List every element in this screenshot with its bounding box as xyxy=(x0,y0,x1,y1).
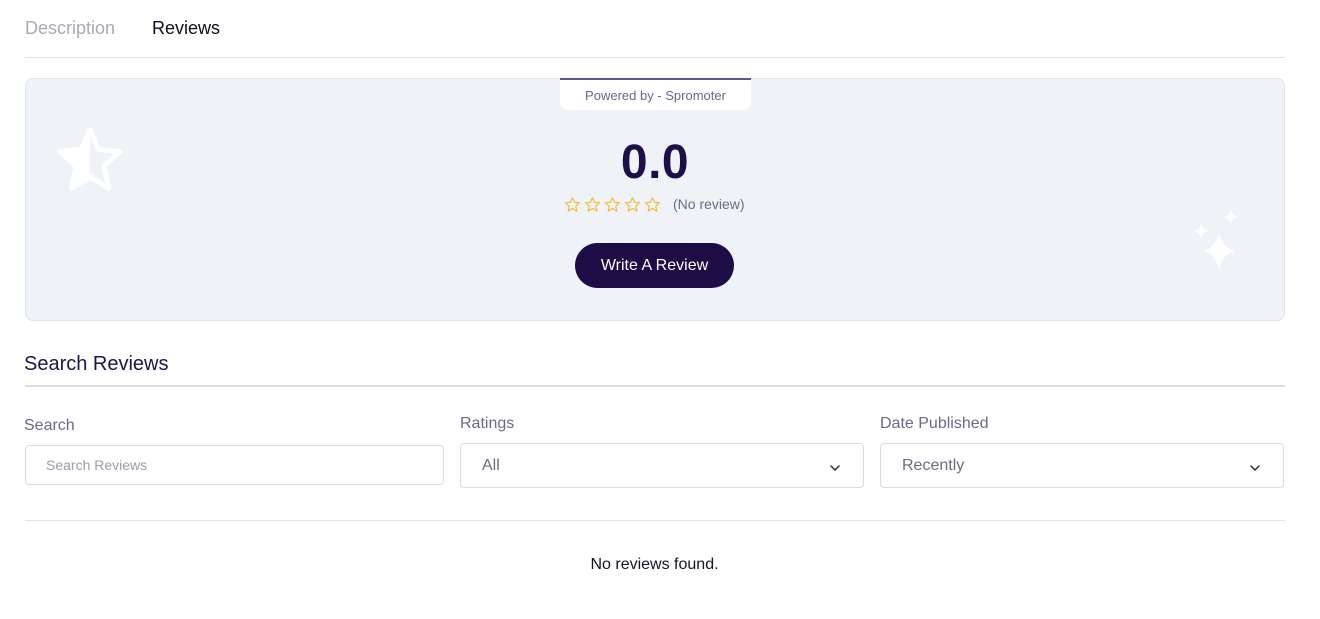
star-outline-icon xyxy=(644,196,661,212)
tab-reviews[interactable]: Reviews xyxy=(152,18,220,39)
average-score: 0.0 xyxy=(620,136,690,189)
search-input[interactable] xyxy=(25,445,444,485)
star-outline-icon xyxy=(564,196,581,212)
ratings-select-value: All xyxy=(482,457,500,474)
star-outline-icon xyxy=(604,196,621,212)
search-label: Search xyxy=(24,417,75,434)
date-published-select[interactable]: Recently xyxy=(880,443,1284,488)
empty-reviews-message: No reviews found. xyxy=(590,556,719,573)
ratings-label: Ratings xyxy=(460,415,515,432)
rating-stars xyxy=(564,196,661,213)
star-outline-icon xyxy=(584,196,601,212)
date-published-label: Date Published xyxy=(880,415,989,432)
date-select-value: Recently xyxy=(902,457,965,474)
chevron-down-icon xyxy=(829,461,841,473)
rating-row: (No review) xyxy=(564,193,745,215)
search-reviews-heading: Search Reviews xyxy=(24,353,169,375)
tab-description[interactable]: Description xyxy=(25,18,115,39)
powered-by-badge[interactable]: Powered by - Spromoter xyxy=(560,78,751,110)
write-review-button[interactable]: Write A Review xyxy=(575,243,734,288)
chevron-down-icon xyxy=(1249,461,1261,473)
sparkles-icon xyxy=(1189,207,1245,280)
divider xyxy=(25,520,1285,521)
divider xyxy=(25,385,1285,387)
tab-bar: Description Reviews xyxy=(25,0,1285,58)
review-summary-panel: Powered by - Spromoter 0.0 (No review) W… xyxy=(25,78,1285,321)
review-count: (No review) xyxy=(673,196,745,212)
ratings-select[interactable]: All xyxy=(460,443,864,488)
star-outline-icon xyxy=(624,196,641,212)
